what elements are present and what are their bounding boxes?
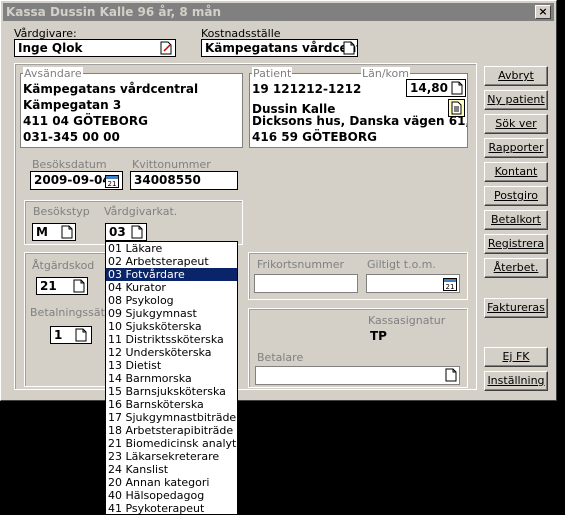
vardgivarkat-label: Vårdgivarkat. [104,205,178,218]
dropdown-item[interactable]: 21 Biomedicinsk analytiker [106,437,237,450]
avsandare-line-3: 411 04 GÖTEBORG [23,114,148,128]
betalare-field[interactable] [255,366,460,385]
kostnadsstalle-field[interactable]: Kämpegatans vårdcentr [201,39,358,57]
installning-button[interactable]: Inställning [484,371,548,391]
dropdown-item[interactable]: 17 Sjukgymnastbiträde [106,411,237,424]
lookup-icon[interactable] [343,41,355,55]
besoksdatum-label: Besöksdatum [32,158,107,171]
avsandare-label: Avsändare [23,67,83,80]
window-title: Kassa Dussin Kalle 96 år, 8 mån [6,5,222,19]
dropdown-item[interactable]: 20 Annan kategori [106,476,237,489]
kvittonummer-field[interactable]: 34008550 [130,171,238,190]
aterbet-button[interactable]: Återbet. [484,258,548,278]
avsandare-line-4: 031-345 00 00 [23,130,120,144]
vardgivarkat-lookup-icon[interactable] [131,225,143,239]
giltigt-calendar-icon[interactable]: 21 [443,276,457,291]
calendar-icon[interactable]: 21 [105,173,119,188]
avsandare-line-1: Kämpegatans vårdcentral [23,82,199,96]
kassasignatur-label: Kassasignatur [368,314,446,327]
atgardskod-label: Åtgärdskod [32,259,95,272]
dropdown-item[interactable]: 08 Psykolog [106,294,237,307]
dropdown-item[interactable]: 15 Barnsjuksköterska [106,385,237,398]
atgardskod-lookup-icon[interactable] [73,279,85,293]
dropdown-item[interactable]: 10 Sjuksköterska [106,320,237,333]
svg-text:21: 21 [108,180,117,188]
registrera-button[interactable]: Registrera [484,234,548,254]
betalningssatt-label: Betalningssätt [30,306,110,319]
dropdown-item[interactable]: 16 Barnsköterska [106,398,237,411]
dropdown-item[interactable]: 13 Dietist [106,359,237,372]
dropdown-item[interactable]: 23 Läkarsekreterare [106,450,237,463]
patient-pnr: 19 121212-1212 [252,82,362,96]
vardgivarkat-dropdown[interactable]: 01 Läkare 02 Arbetsterapeut 03 Fotvårdare 0… [105,241,238,515]
patient-label: Patient [252,67,293,80]
dropdown-item[interactable]: 11 Distriktssköterska [106,333,237,346]
dropdown-item[interactable]: 02 Arbetsterapeut [106,255,237,268]
lan-lookup-icon[interactable] [451,81,463,95]
kvittonummer-label: Kvittonummer [132,158,211,171]
dropdown-item[interactable]: 01 Läkare [106,242,237,255]
dropdown-item[interactable]: 04 Kurator [106,281,237,294]
betalare-label: Betalare [257,351,304,364]
sok-ver-button[interactable]: Sök ver [484,114,548,134]
rapporter-button[interactable]: Rapporter [484,138,548,158]
title-bar: Kassa Dussin Kalle 96 år, 8 mån × [3,3,554,21]
patient-city: 416 59 GÖTEBORG [252,130,377,144]
svg-text:21: 21 [446,283,455,291]
kassa-window: Kassa Dussin Kalle 96 år, 8 mån × Vårdgi… [0,0,557,401]
kassasignatur-value: TP [370,329,387,343]
kontant-button[interactable]: Kontant [484,162,548,182]
dropdown-item[interactable]: 12 Undersköterska [106,346,237,359]
vardgivare-field[interactable]: Inge Qlok [14,39,176,57]
dropdown-item[interactable]: 40 Hälsopedagog [106,489,237,502]
dropdown-item[interactable]: 09 Sjukgymnast [106,307,237,320]
atgard-group [24,252,106,387]
betalningssatt-lookup-icon[interactable] [75,328,87,342]
avsandare-line-2: Kämpegatan 3 [23,98,122,112]
close-button[interactable]: × [535,5,551,19]
besokstyp-lookup-icon[interactable] [61,225,73,239]
frikortsnummer-label: Frikortsnummer [257,258,345,271]
ej-fk-button[interactable]: Ej FK [484,347,548,367]
patient-address: Dicksons hus, Danska vägen 61, lag [252,114,467,128]
dropdown-item[interactable]: 18 Arbetsterapibiträde [106,424,237,437]
dropdown-item[interactable]: 41 Psykoterapeut [106,502,237,514]
ny-patient-button[interactable]: Ny patient [484,90,548,110]
frikortsnummer-field[interactable] [254,274,358,293]
dropdown-item[interactable]: 14 Barnmorska [106,372,237,385]
avbryt-button[interactable]: Avbryt [484,66,548,86]
postgiro-button[interactable]: Postgiro [484,186,548,206]
faktureras-button[interactable]: Faktureras [484,298,548,318]
dropdown-item[interactable]: 24 Kanslist [106,463,237,476]
betalkort-button[interactable]: Betalkort [484,210,548,230]
besokstyp-label: Besökstyp [33,205,90,218]
giltigt-label: Giltigt t.o.m. [367,258,436,271]
betalare-lookup-icon[interactable] [445,368,457,382]
edit-icon[interactable] [160,41,172,55]
lan-kom-label: Län/kom [361,67,410,80]
dropdown-item[interactable]: 03 Fotvårdare [106,268,237,281]
